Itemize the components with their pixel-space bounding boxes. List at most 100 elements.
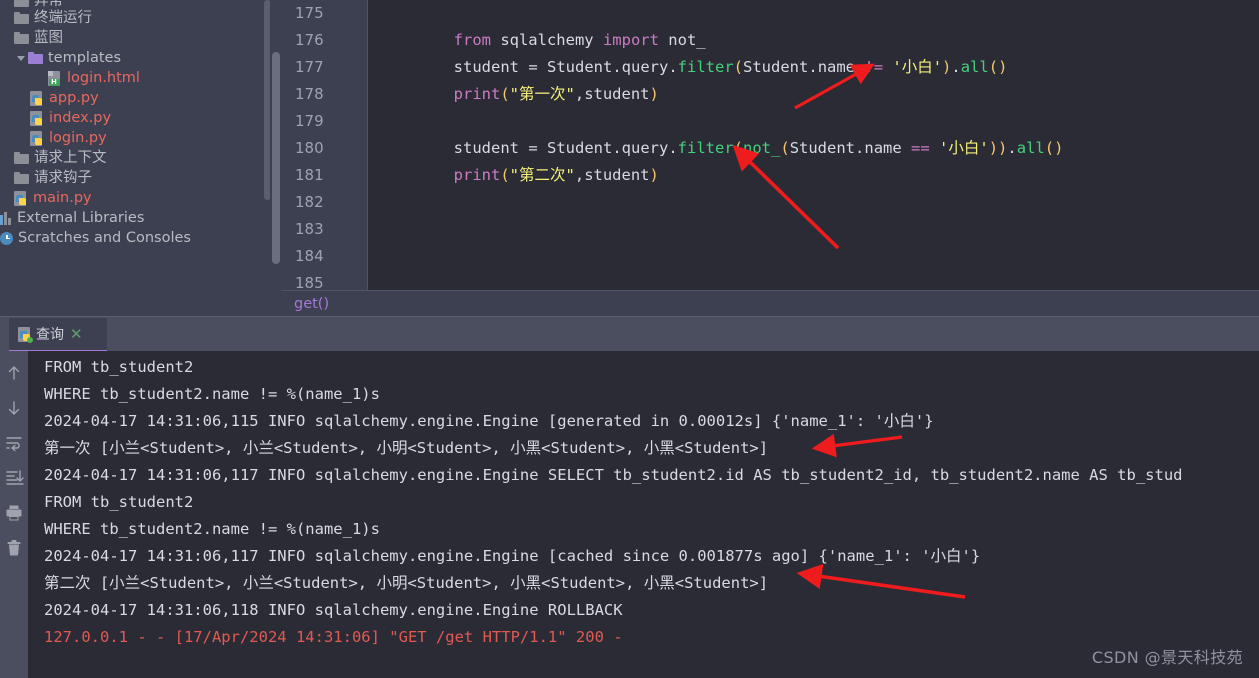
code-token: . [668, 58, 678, 76]
code-token: ( [500, 166, 510, 184]
console-tab-bar: 查询 ✕ [0, 316, 1259, 352]
python-file-icon [30, 110, 44, 126]
console-output-line: FROM tb_student2 [44, 358, 194, 376]
code-token: , [574, 85, 585, 103]
scrollbar-thumb[interactable] [272, 52, 280, 264]
code-line[interactable] [368, 270, 1259, 290]
code-token: . [855, 139, 865, 157]
code-token: != [864, 58, 884, 76]
code-line[interactable] [368, 243, 1259, 270]
line-number: 175 [295, 4, 324, 22]
console-toolbar [0, 351, 28, 678]
code-token: . [1007, 139, 1017, 157]
code-line[interactable]: print("第二次",student) [368, 162, 1259, 189]
code-token: , [574, 166, 585, 184]
code-token: = [528, 58, 538, 76]
scroll-up-icon[interactable] [4, 363, 24, 383]
code-token: ) [649, 85, 659, 103]
console-output-line: WHERE tb_student2.name != %(name_1)s [44, 385, 380, 403]
code-token: Student [537, 139, 613, 157]
folder-icon [14, 32, 29, 44]
code-line[interactable] [368, 0, 1259, 27]
trash-icon[interactable] [4, 538, 24, 558]
code-line[interactable]: from sqlalchemy import not_ [368, 27, 1259, 54]
console-tab-query[interactable]: 查询 ✕ [9, 318, 107, 352]
code-token: . [951, 58, 961, 76]
line-number: 178 [295, 85, 324, 103]
tree-item-异常[interactable]: 异常 [0, 0, 272, 9]
code-token: ) [942, 58, 952, 76]
code-line[interactable] [368, 216, 1259, 243]
code-token: . [668, 139, 678, 157]
library-icon [0, 211, 12, 225]
code-content[interactable]: from sqlalchemy import not_ student = St… [368, 0, 1259, 290]
code-token: "第一次" [509, 85, 575, 103]
code-token: () [1044, 139, 1064, 157]
tree-item-external-libraries[interactable]: External Libraries [0, 208, 272, 228]
python-run-icon [18, 326, 33, 343]
code-token: . [612, 139, 622, 157]
code-token: not_ [743, 139, 781, 157]
python-file-icon [30, 130, 44, 146]
code-token: ( [733, 58, 744, 76]
console-output[interactable]: FROM tb_student2 WHERE tb_student2.name !… [28, 351, 1259, 678]
code-line[interactable]: print("第一次",student) [368, 81, 1259, 108]
breadcrumb[interactable]: get() [281, 290, 1259, 316]
tree-item-templates[interactable]: templates [0, 48, 272, 68]
line-number: 177 [295, 58, 324, 76]
code-editor[interactable]: 175 176 177 178 179 180 181 182 183 184 185 from s… [270, 0, 1259, 316]
console-output-line: 2024-04-17 14:31:06,115 INFO sqlalchemy.… [44, 412, 934, 430]
code-token: query [621, 139, 669, 157]
code-token: query [621, 58, 669, 76]
tree-item-蓝图[interactable]: 蓝图 [0, 28, 272, 48]
tree-item-终端运行[interactable]: 终端运行 [0, 8, 272, 28]
chevron-down-icon[interactable] [14, 55, 28, 61]
scratches-icon [0, 231, 13, 245]
code-line[interactable] [368, 189, 1259, 216]
breadcrumb-label: get() [294, 295, 330, 312]
tree-item-label: login.html [67, 70, 140, 86]
console-output-line: WHERE tb_student2.name != %(name_1)s [44, 520, 380, 538]
code-token: import [602, 31, 659, 49]
folder-icon [14, 172, 29, 184]
print-icon[interactable] [4, 503, 24, 523]
code-token: ( [500, 85, 510, 103]
tree-item-login.html[interactable]: Hlogin.html [0, 68, 272, 88]
scroll-to-end-icon[interactable] [4, 468, 24, 488]
tree-item-请求钩子[interactable]: 请求钩子 [0, 168, 272, 188]
code-token: Student [743, 58, 809, 76]
tree-item-main.py[interactable]: main.py [0, 188, 272, 208]
code-token: . [808, 58, 818, 76]
editor-vertical-scrollbar[interactable] [270, 0, 281, 316]
scroll-down-icon[interactable] [4, 398, 24, 418]
code-line[interactable]: student = Student.query.filter(not_(Stud… [368, 135, 1259, 162]
watermark: CSDN @景天科技苑 [1091, 648, 1243, 667]
soft-wrap-icon[interactable] [4, 433, 24, 453]
code-line[interactable]: student = Student.query.filter(Student.n… [368, 54, 1259, 81]
code-token: student [379, 58, 529, 76]
console-output-line: 2024-04-17 14:31:06,117 INFO sqlalchemy.… [44, 466, 1183, 484]
code-token: Student [537, 58, 613, 76]
tree-item-请求上下文[interactable]: 请求上下文 [0, 148, 272, 168]
tree-item-app.py[interactable]: app.py [0, 88, 272, 108]
tree-item-label: templates [48, 50, 122, 66]
line-number: 182 [295, 193, 324, 211]
console-output-line: 127.0.0.1 - - [17/Apr/2024 14:31:06] "GE… [44, 628, 623, 646]
project-tree-panel[interactable]: 异常 终端运行 蓝图 templates Hlogin.html app.py index.… [0, 0, 272, 316]
code-token: name [817, 58, 865, 76]
python-file-icon [30, 90, 44, 106]
tree-item-index.py[interactable]: index.py [0, 108, 272, 128]
tree-item-scratches-and-consoles[interactable]: Scratches and Consoles [0, 228, 272, 248]
code-token: filter [677, 139, 734, 157]
code-token: sqlalchemy [490, 31, 603, 49]
code-token: student [379, 139, 529, 157]
close-icon[interactable]: ✕ [70, 326, 83, 342]
tree-item-login.py[interactable]: login.py [0, 128, 272, 148]
tree-item-label: Scratches and Consoles [18, 230, 191, 246]
code-line[interactable] [368, 108, 1259, 135]
top-split: 异常 终端运行 蓝图 templates Hlogin.html app.py index.… [0, 0, 1259, 316]
code-token: all [960, 58, 989, 76]
tree-item-label: main.py [33, 190, 92, 206]
